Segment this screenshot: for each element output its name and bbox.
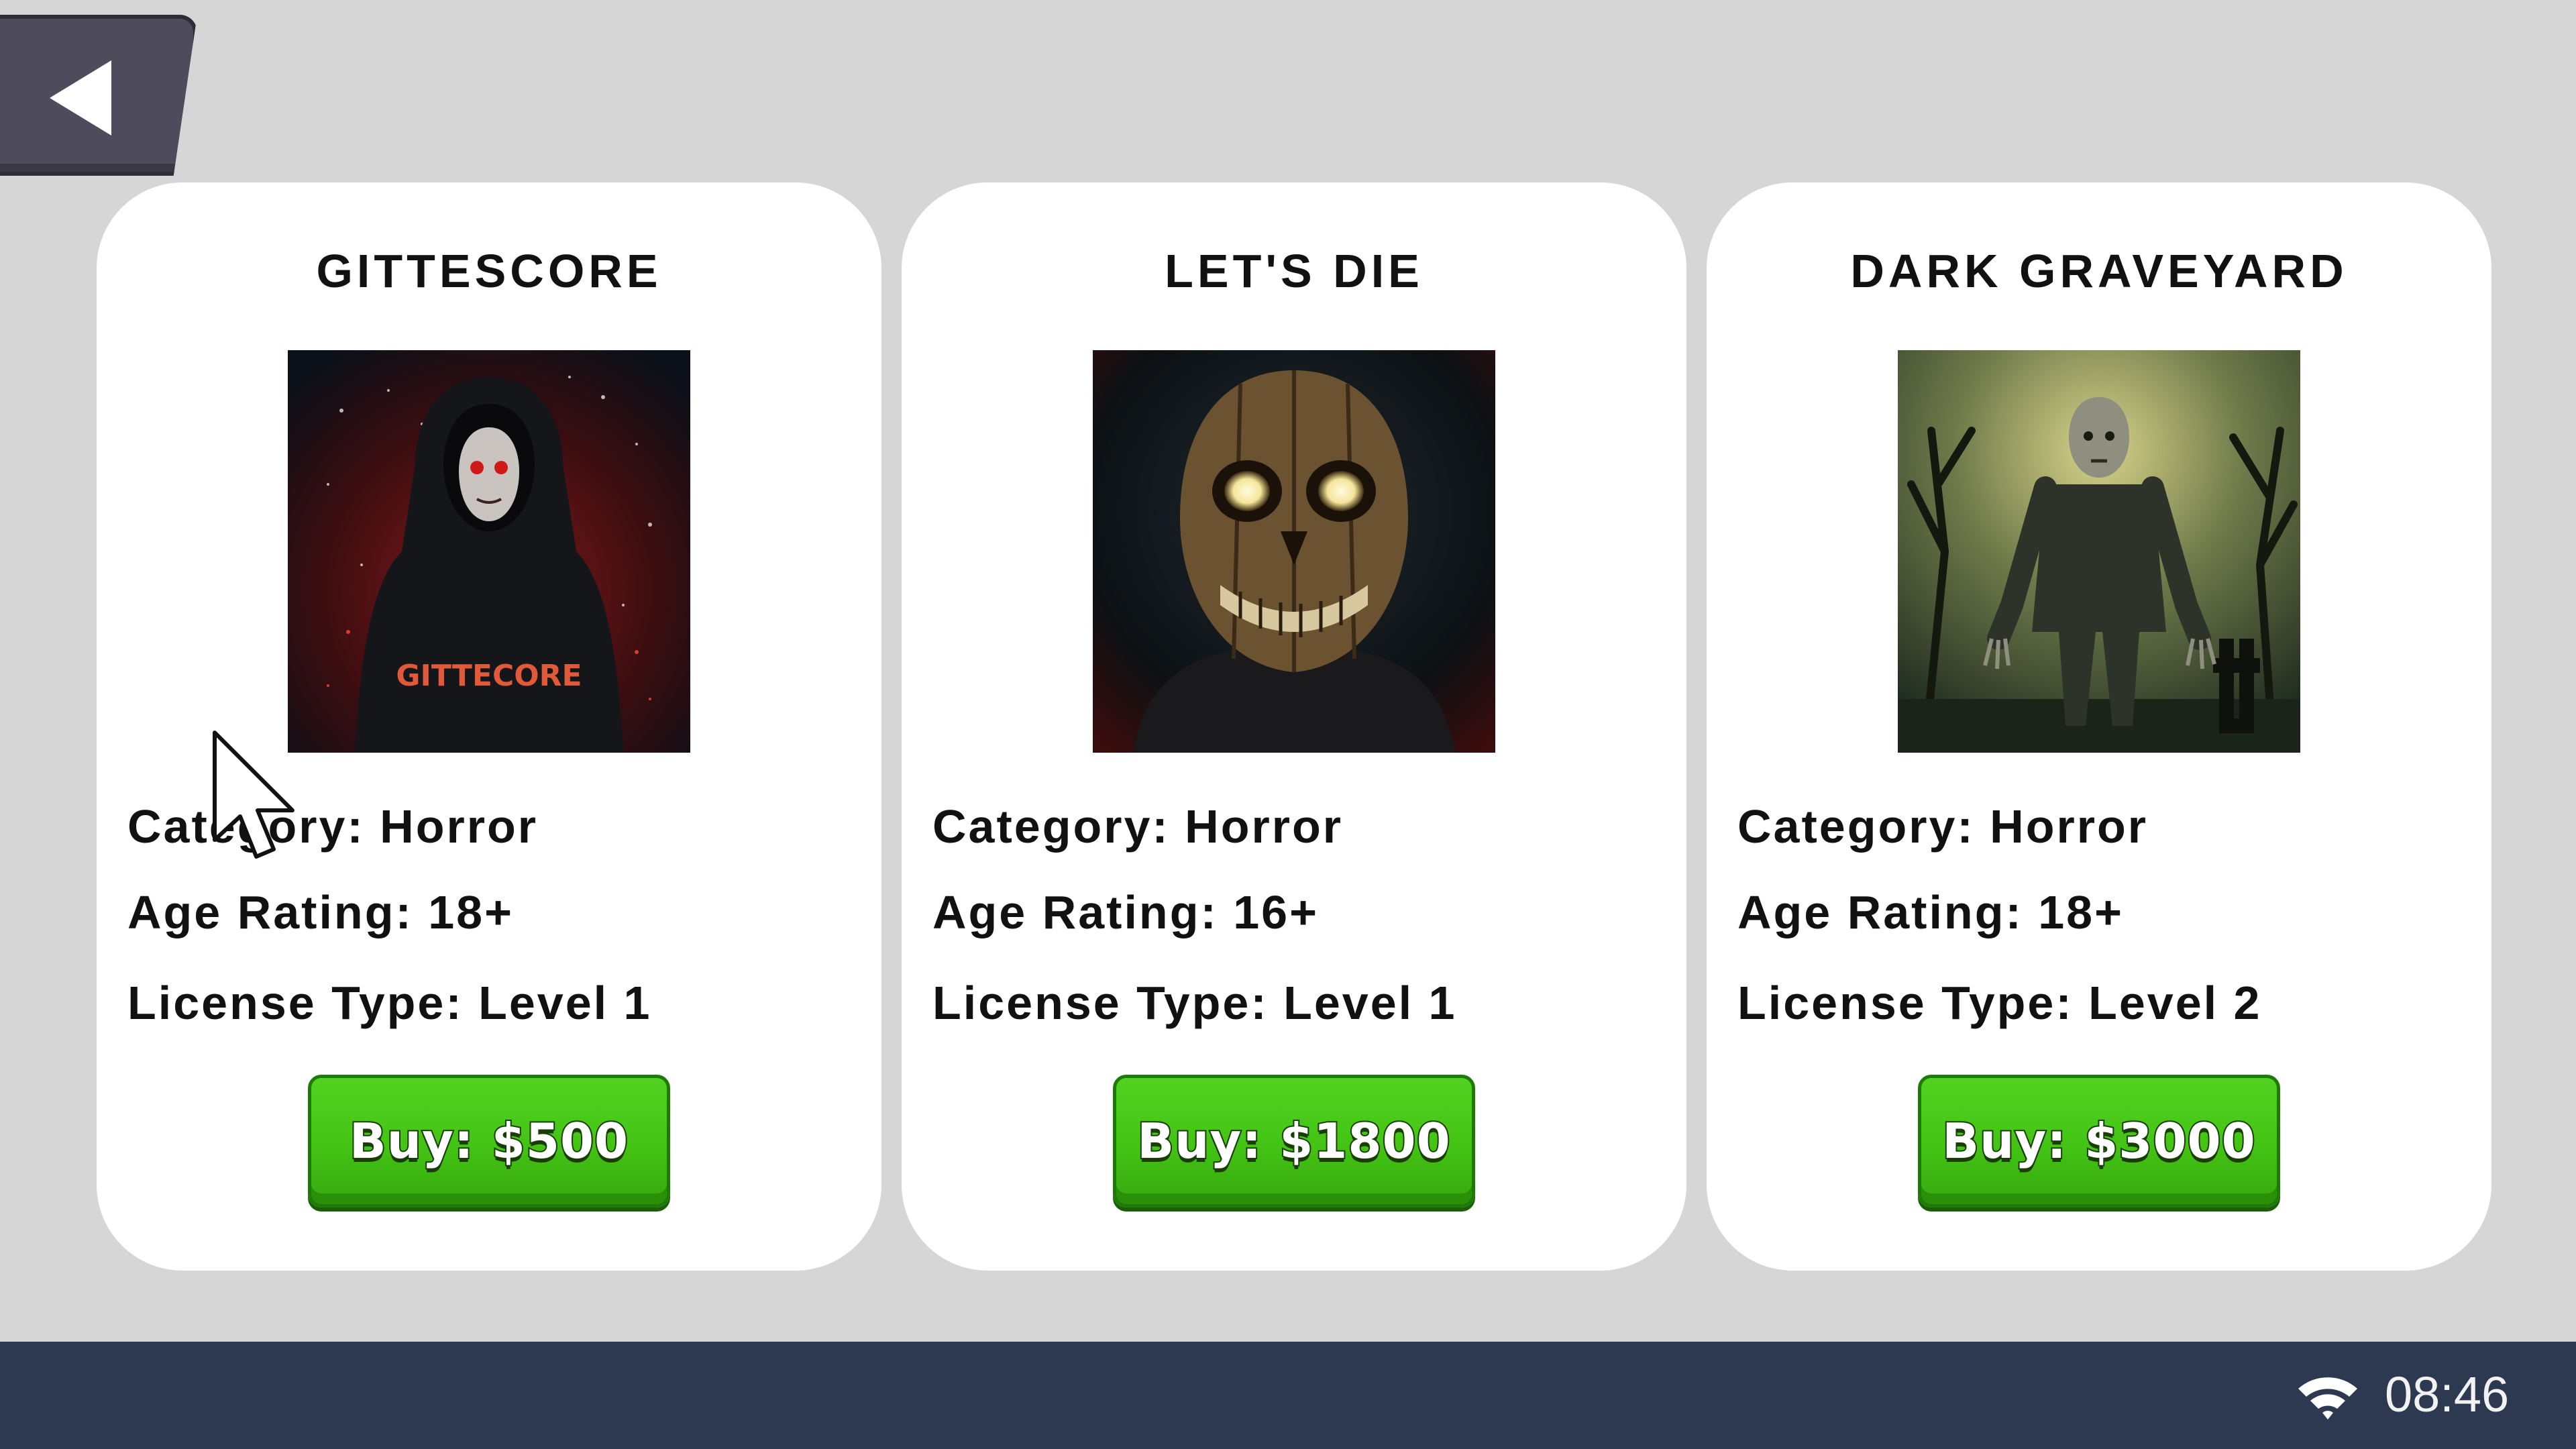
taskbar: 08:46 xyxy=(0,1342,2576,1449)
wifi-icon[interactable] xyxy=(2296,1374,2360,1422)
back-button[interactable] xyxy=(0,15,197,176)
card-title: GITTESCORE xyxy=(316,245,662,297)
buy-button-label: Buy: $500 xyxy=(348,1112,629,1171)
category-label: Category: Horror xyxy=(932,800,1343,853)
game-card-dark-graveyard: DARK GRAVEYARD Category: Horror Age Rati… xyxy=(1707,182,2491,1271)
category-label: Category: Horror xyxy=(127,800,538,853)
game-poster-image xyxy=(1093,350,1495,753)
game-poster-image: GITTECORE xyxy=(288,350,690,753)
age-rating-label: Age Rating: 18+ xyxy=(1737,886,2124,938)
card-title: LET'S DIE xyxy=(1165,245,1424,297)
clock[interactable]: 08:46 xyxy=(2385,1366,2509,1423)
buy-button[interactable]: Buy: $3000 xyxy=(1918,1075,2280,1208)
license-type-label: License Type: Level 1 xyxy=(932,977,1457,1029)
mouse-cursor-icon xyxy=(213,731,294,859)
card-title: DARK GRAVEYARD xyxy=(1850,245,2348,297)
age-rating-label: Age Rating: 18+ xyxy=(127,886,514,938)
buy-button[interactable]: Buy: $500 xyxy=(308,1075,670,1208)
svg-text:GITTECORE: GITTECORE xyxy=(396,659,582,693)
buy-button-label: Buy: $1800 xyxy=(1136,1112,1451,1171)
buy-button-label: Buy: $3000 xyxy=(1941,1112,2256,1171)
shop-screen: GITTESCORE GITTECORE Category: Horror Ag… xyxy=(0,0,2576,1342)
back-arrow-icon xyxy=(50,60,111,136)
game-card-lets-die: LET'S DIE Category: Horror Age Rating: 1… xyxy=(902,182,1686,1271)
age-rating-label: Age Rating: 16+ xyxy=(932,886,1319,938)
category-label: Category: Horror xyxy=(1737,800,2148,853)
license-type-label: License Type: Level 2 xyxy=(1737,977,2262,1029)
game-poster-image xyxy=(1898,350,2300,753)
buy-button[interactable]: Buy: $1800 xyxy=(1113,1075,1475,1208)
license-type-label: License Type: Level 1 xyxy=(127,977,652,1029)
